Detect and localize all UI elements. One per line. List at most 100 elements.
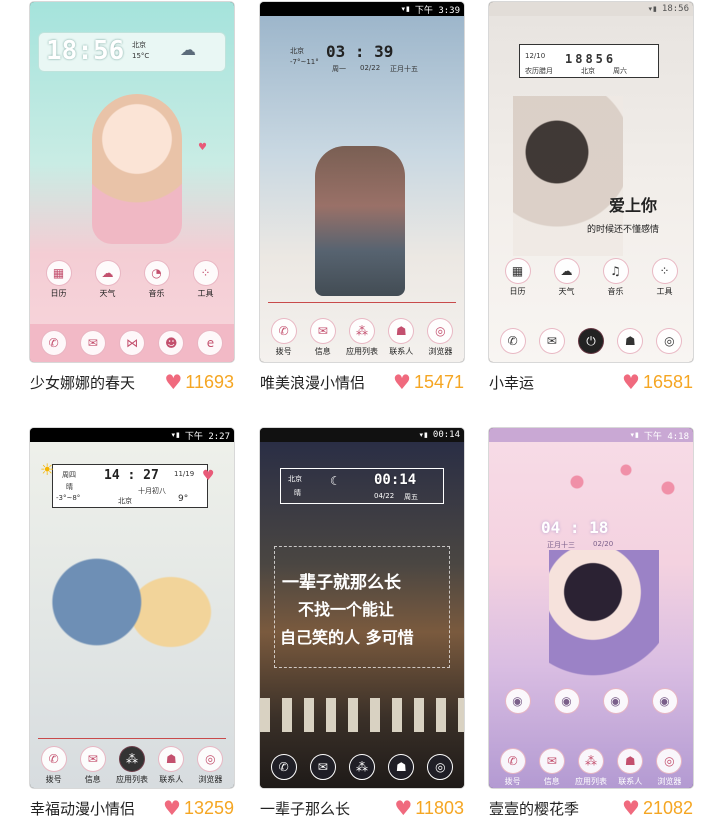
likes[interactable]: ♥ 21082 [622, 798, 693, 819]
theme-title[interactable]: 幸福动漫小情侣 [30, 798, 135, 819]
weather-icon: ☁ [94, 260, 121, 286]
weather-icon: ☁ [553, 258, 580, 284]
contacts-icon: ☗ [617, 328, 644, 354]
app-dialer[interactable]: ✆ 拨号 [34, 746, 73, 785]
signal-icon: ▾▮ [630, 431, 640, 439]
app-2[interactable]: ◉ [547, 688, 587, 714]
app-dialer[interactable]: ✆ 拨号 [493, 748, 532, 787]
app-messages[interactable]: ✉ 信息 [73, 746, 112, 785]
app-contacts[interactable]: ☗ 联系人 [611, 748, 650, 787]
app-tools[interactable]: ⁘ 工具 [645, 258, 685, 297]
app-list[interactable]: ⁂ 应用列表 [342, 318, 381, 357]
app-weather[interactable]: ☁ 天气 [88, 260, 128, 299]
app-list[interactable]: ⁂ 应用列表 [112, 746, 151, 785]
likes[interactable]: ♥ 11693 [164, 372, 234, 393]
status-bar: ▾▮ 下午 3:39 [260, 2, 464, 16]
app-3[interactable]: ◉ [596, 688, 636, 714]
wallpaper: 18856 12/10 农历腊月 北京 周六 爱上你 的时候还不懂感情 ▦ 日历 … [489, 16, 693, 362]
contacts-icon: ☗ [388, 318, 415, 344]
theme-preview[interactable]: ▾▮ 下午 2:27 ☀ 14 : 27 周四 11/19 十月初八 晴 -3°… [30, 428, 234, 788]
app-calendar[interactable]: ▦ 日历 [39, 260, 79, 299]
app-tools[interactable]: ⁘ 工具 [186, 260, 226, 299]
dock-browser[interactable]: ◎ [650, 328, 689, 354]
dock-phone[interactable]: ✆ [264, 754, 303, 780]
theme-title[interactable]: 少女娜娜的春天 [30, 372, 135, 393]
dock-apps[interactable]: ⋈ [112, 330, 151, 356]
status-time: 00:14 [432, 430, 460, 440]
cherry-blossom-branch [549, 452, 689, 512]
dock-contacts[interactable]: ☗ [611, 328, 650, 354]
status-time: 下午 4:18 [643, 431, 689, 442]
calendar-icon: ▦ [504, 258, 531, 284]
dock-message[interactable]: ✉ [532, 328, 571, 354]
signal-icon: ▾▮ [171, 431, 181, 439]
dock-message[interactable]: ✉ [73, 330, 112, 356]
likes[interactable]: ♥ 11803 [394, 798, 464, 819]
app-contacts[interactable]: ☗ 联系人 [382, 318, 421, 357]
divider [38, 738, 226, 739]
tools-icon: ⁘ [651, 258, 678, 284]
weather-city: 北京 [290, 47, 304, 55]
moon-icon: ☾ [330, 474, 341, 488]
weather-city: 北京 [288, 475, 302, 483]
app-4[interactable]: ◉ [645, 688, 685, 714]
theme-preview[interactable]: ▾▮ 下午 3:39 03 : 39 北京 -7°~11° 周一 02/22 正… [260, 2, 464, 362]
weather-cond: 晴 [66, 483, 73, 491]
theme-preview[interactable]: ▾▮ 00:14 ☾ 00:14 北京 晴 04/22 周五 一辈子就那么长 不… [260, 428, 464, 788]
theme-preview[interactable]: 18:56 北京 15°C ☁ ♥ ▦ 日历 ☁ 天气 ◔ 音乐 ⁘ 工具 ✆ ✉ ⋈ … [30, 2, 234, 362]
status-time: 下午 2:27 [184, 431, 230, 442]
app-1[interactable]: ◉ [498, 688, 538, 714]
app-icon: ◉ [504, 688, 531, 714]
app-contacts[interactable]: ☗ 联系人 [152, 746, 191, 785]
theme-title[interactable]: 唯美浪漫小情侣 [260, 372, 365, 393]
weather-range: -3°~8° [56, 494, 81, 502]
theme-preview[interactable]: ▾▮ 下午 4:18 04 : 18 正月十三 02/20 ◉ ◉ ◉ ◉ ✆ 拨… [489, 428, 693, 788]
status-bar: ▾▮ 下午 2:27 [30, 428, 234, 442]
dock-browser[interactable]: e [191, 330, 230, 356]
app-music[interactable]: ♫ 音乐 [596, 258, 636, 297]
dock-phone[interactable]: ✆ [493, 328, 532, 354]
theme-title[interactable]: 壹壹的樱花季 [489, 798, 579, 819]
dock-contacts[interactable]: ☻ [152, 330, 191, 356]
signal-icon: ▾▮ [401, 5, 411, 13]
contacts-icon: ☗ [158, 746, 185, 772]
dock-message[interactable]: ✉ [303, 754, 342, 780]
app-messages[interactable]: ✉ 信息 [303, 318, 342, 357]
character-illustration [92, 94, 182, 244]
dock-browser[interactable]: ◎ [421, 754, 460, 780]
app-list[interactable]: ⁂ 应用列表 [571, 748, 610, 787]
like-count: 13259 [183, 797, 234, 818]
app-calendar[interactable]: ▦ 日历 [498, 258, 538, 297]
quote-line-2: 不找一个能让 [298, 600, 395, 619]
app-weather[interactable]: ☁ 天气 [547, 258, 587, 297]
app-music[interactable]: ◔ 音乐 [137, 260, 177, 299]
app-messages[interactable]: ✉ 信息 [532, 748, 571, 787]
dock-contacts[interactable]: ☗ [382, 754, 421, 780]
message-icon: ✉ [538, 328, 565, 354]
app-browser[interactable]: ◎ 浏览器 [191, 746, 230, 785]
app-dialer[interactable]: ✆ 拨号 [264, 318, 303, 357]
theme-title[interactable]: 小幸运 [489, 372, 534, 393]
app-browser[interactable]: ◎ 浏览器 [650, 748, 689, 787]
weather-city: 北京 [581, 67, 595, 75]
clock-widget [280, 468, 444, 504]
dock-phone[interactable]: ✆ [34, 330, 73, 356]
message-icon: ✉ [79, 746, 106, 772]
message-icon: ✉ [309, 754, 336, 780]
likes[interactable]: ♥ 16581 [622, 372, 693, 393]
dock-power[interactable]: ⏻ [571, 328, 610, 354]
weekday: 周四 [62, 471, 76, 479]
calendar-icon: ▦ [45, 260, 72, 286]
likes[interactable]: ♥ 13259 [163, 798, 234, 819]
app-icon: ◉ [553, 688, 580, 714]
app-browser[interactable]: ◎ 浏览器 [421, 318, 460, 357]
theme-title[interactable]: 一辈子那么长 [260, 798, 350, 819]
likes[interactable]: ♥ 15471 [393, 372, 464, 393]
weekday: 周六 [613, 67, 627, 75]
dock-apps[interactable]: ⁂ [342, 754, 381, 780]
bow-icon: ⋈ [119, 330, 145, 356]
girl-illustration [549, 550, 659, 690]
date: 12/10 [525, 52, 546, 60]
theme-preview[interactable]: ▾▮ 18:56 18856 12/10 农历腊月 北京 周六 爱上你 的时候还… [489, 2, 693, 362]
wallpaper: ☾ 00:14 北京 晴 04/22 周五 一辈子就那么长 不找一个能让 自己笑… [260, 442, 464, 788]
